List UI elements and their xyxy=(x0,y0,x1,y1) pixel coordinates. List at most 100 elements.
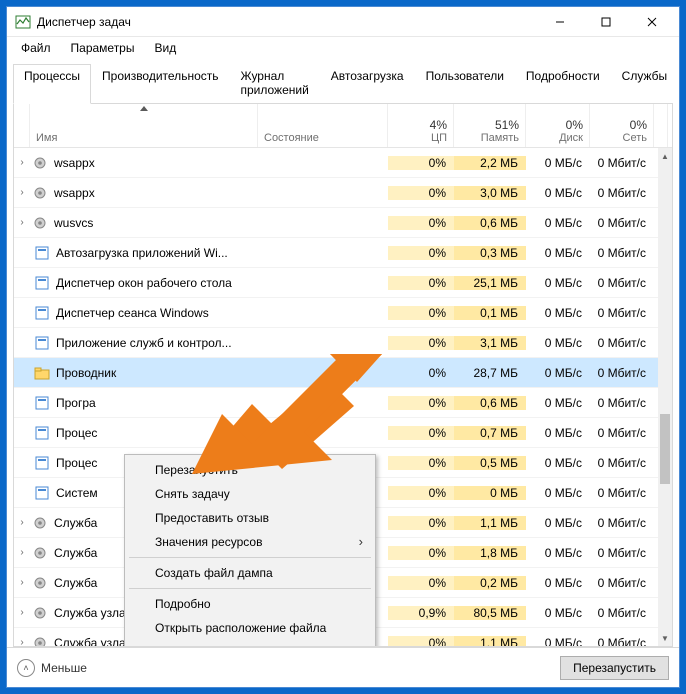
process-name: Процес xyxy=(56,456,97,470)
memory-cell: 0,7 МБ xyxy=(454,426,526,440)
col-disk[interactable]: 0% Диск xyxy=(526,104,590,147)
fewer-details-toggle[interactable]: ˄ Меньше xyxy=(17,659,87,677)
ctx-restart[interactable]: Перезапустить xyxy=(127,458,373,482)
disk-cell: 0 МБ/с xyxy=(526,336,590,350)
close-button[interactable] xyxy=(629,8,675,36)
col-scroll-gutter xyxy=(654,104,668,147)
col-status[interactable]: Состояние xyxy=(258,104,388,147)
cpu-cell: 0% xyxy=(388,246,454,260)
network-cell: 0 Мбит/с xyxy=(590,396,654,410)
disk-cell: 0 МБ/с xyxy=(526,306,590,320)
process-name-cell: Диспетчер окон рабочего стола xyxy=(30,275,258,291)
tab-startup[interactable]: Автозагрузка xyxy=(320,64,415,104)
ctx-end-task[interactable]: Снять задачу xyxy=(127,482,373,506)
process-name-cell: Процес xyxy=(30,425,258,441)
col-network[interactable]: 0% Сеть xyxy=(590,104,654,147)
cpu-cell: 0% xyxy=(388,486,454,500)
table-row[interactable]: Процес0%0,7 МБ0 МБ/с0 Мбит/с xyxy=(14,418,672,448)
col-name[interactable]: Имя xyxy=(30,104,258,147)
process-name: Служба xyxy=(54,576,97,590)
expand-toggle[interactable]: › xyxy=(14,607,30,618)
cpu-cell: 0% xyxy=(388,396,454,410)
network-cell: 0 Мбит/с xyxy=(590,576,654,590)
network-cell: 0 Мбит/с xyxy=(590,156,654,170)
process-name: Систем xyxy=(56,486,98,500)
disk-cell: 0 МБ/с xyxy=(526,216,590,230)
bottom-bar: ˄ Меньше Перезапустить xyxy=(7,647,679,687)
ctx-feedback[interactable]: Предоставить отзыв xyxy=(127,506,373,530)
tab-processes[interactable]: Процессы xyxy=(13,64,91,104)
network-cell: 0 Мбит/с xyxy=(590,276,654,290)
menu-options[interactable]: Параметры xyxy=(63,39,143,57)
tab-details[interactable]: Подробности xyxy=(515,64,611,104)
table-row[interactable]: Диспетчер сеанса Windows0%0,1 МБ0 МБ/с0 … xyxy=(14,298,672,328)
process-name: Служба xyxy=(54,546,97,560)
network-cell: 0 Мбит/с xyxy=(590,336,654,350)
expand-toggle[interactable]: › xyxy=(14,637,30,647)
table-row[interactable]: Автозагрузка приложений Wi...0%0,3 МБ0 М… xyxy=(14,238,672,268)
expand-toggle[interactable]: › xyxy=(14,217,30,228)
expand-toggle[interactable]: › xyxy=(14,517,30,528)
network-cell: 0 Мбит/с xyxy=(590,516,654,530)
chevron-up-icon: ˄ xyxy=(17,659,35,677)
disk-cell: 0 МБ/с xyxy=(526,576,590,590)
col-expand xyxy=(14,104,30,147)
menu-view[interactable]: Вид xyxy=(146,39,184,57)
scroll-down-button[interactable]: ▼ xyxy=(658,630,672,646)
ctx-create-dump[interactable]: Создать файл дампа xyxy=(127,561,373,585)
ctx-separator-2 xyxy=(129,588,371,589)
scroll-up-button[interactable]: ▲ xyxy=(658,148,672,164)
tab-strip: Процессы Производительность Журнал прило… xyxy=(13,63,673,104)
expand-toggle[interactable]: › xyxy=(14,547,30,558)
col-memory[interactable]: 51% Память xyxy=(454,104,526,147)
minimize-button[interactable] xyxy=(537,8,583,36)
table-row[interactable]: ›wsappx0%2,2 МБ0 МБ/с0 Мбит/с xyxy=(14,148,672,178)
cpu-cell: 0% xyxy=(388,516,454,530)
tab-services[interactable]: Службы xyxy=(611,64,678,104)
cpu-cell: 0% xyxy=(388,426,454,440)
expand-toggle[interactable]: › xyxy=(14,187,30,198)
expand-toggle[interactable]: › xyxy=(14,577,30,588)
table-row[interactable]: Диспетчер окон рабочего стола0%25,1 МБ0 … xyxy=(14,268,672,298)
disk-cell: 0 МБ/с xyxy=(526,636,590,648)
task-manager-window: Диспетчер задач Файл Параметры Вид Проце… xyxy=(6,6,680,688)
table-row[interactable]: Програ0%0,6 МБ0 МБ/с0 Мбит/с xyxy=(14,388,672,418)
ctx-details[interactable]: Подробно xyxy=(127,592,373,616)
ctx-search-online[interactable]: Поиск в Интернете xyxy=(127,640,373,647)
vertical-scrollbar[interactable]: ▲ ▼ xyxy=(658,148,672,646)
gear-icon xyxy=(32,545,48,561)
folder-icon xyxy=(34,365,50,381)
memory-cell: 0,6 МБ xyxy=(454,216,526,230)
col-net-pct: 0% xyxy=(630,118,647,132)
table-row[interactable]: ›wusvcs0%0,6 МБ0 МБ/с0 Мбит/с xyxy=(14,208,672,238)
tab-app-history[interactable]: Журнал приложений xyxy=(230,64,320,104)
ctx-open-location[interactable]: Открыть расположение файла xyxy=(127,616,373,640)
cpu-cell: 0% xyxy=(388,456,454,470)
scroll-track[interactable] xyxy=(658,164,672,630)
process-name: Автозагрузка приложений Wi... xyxy=(56,246,228,260)
memory-cell: 0,2 МБ xyxy=(454,576,526,590)
restart-button[interactable]: Перезапустить xyxy=(560,656,669,680)
cpu-cell: 0% xyxy=(388,276,454,290)
network-cell: 0 Мбит/с xyxy=(590,366,654,380)
table-row[interactable]: ›wsappx0%3,0 МБ0 МБ/с0 Мбит/с xyxy=(14,178,672,208)
ctx-resource-values[interactable]: Значения ресурсов xyxy=(127,530,373,554)
tab-performance[interactable]: Производительность xyxy=(91,64,229,104)
process-name-cell: wsappx xyxy=(30,185,258,201)
col-cpu[interactable]: 4% ЦП xyxy=(388,104,454,147)
table-row[interactable]: Приложение служб и контрол...0%3,1 МБ0 М… xyxy=(14,328,672,358)
app-icon xyxy=(34,485,50,501)
gear-icon xyxy=(32,215,48,231)
disk-cell: 0 МБ/с xyxy=(526,486,590,500)
cpu-cell: 0% xyxy=(388,306,454,320)
process-name: Програ xyxy=(56,396,96,410)
tab-users[interactable]: Пользователи xyxy=(415,64,515,104)
menu-file[interactable]: Файл xyxy=(13,39,59,57)
table-row[interactable]: Проводник0%28,7 МБ0 МБ/с0 Мбит/с xyxy=(14,358,672,388)
scroll-thumb[interactable] xyxy=(660,414,670,484)
maximize-button[interactable] xyxy=(583,8,629,36)
app-icon xyxy=(34,425,50,441)
app-icon xyxy=(34,275,50,291)
app-icon xyxy=(34,455,50,471)
expand-toggle[interactable]: › xyxy=(14,157,30,168)
